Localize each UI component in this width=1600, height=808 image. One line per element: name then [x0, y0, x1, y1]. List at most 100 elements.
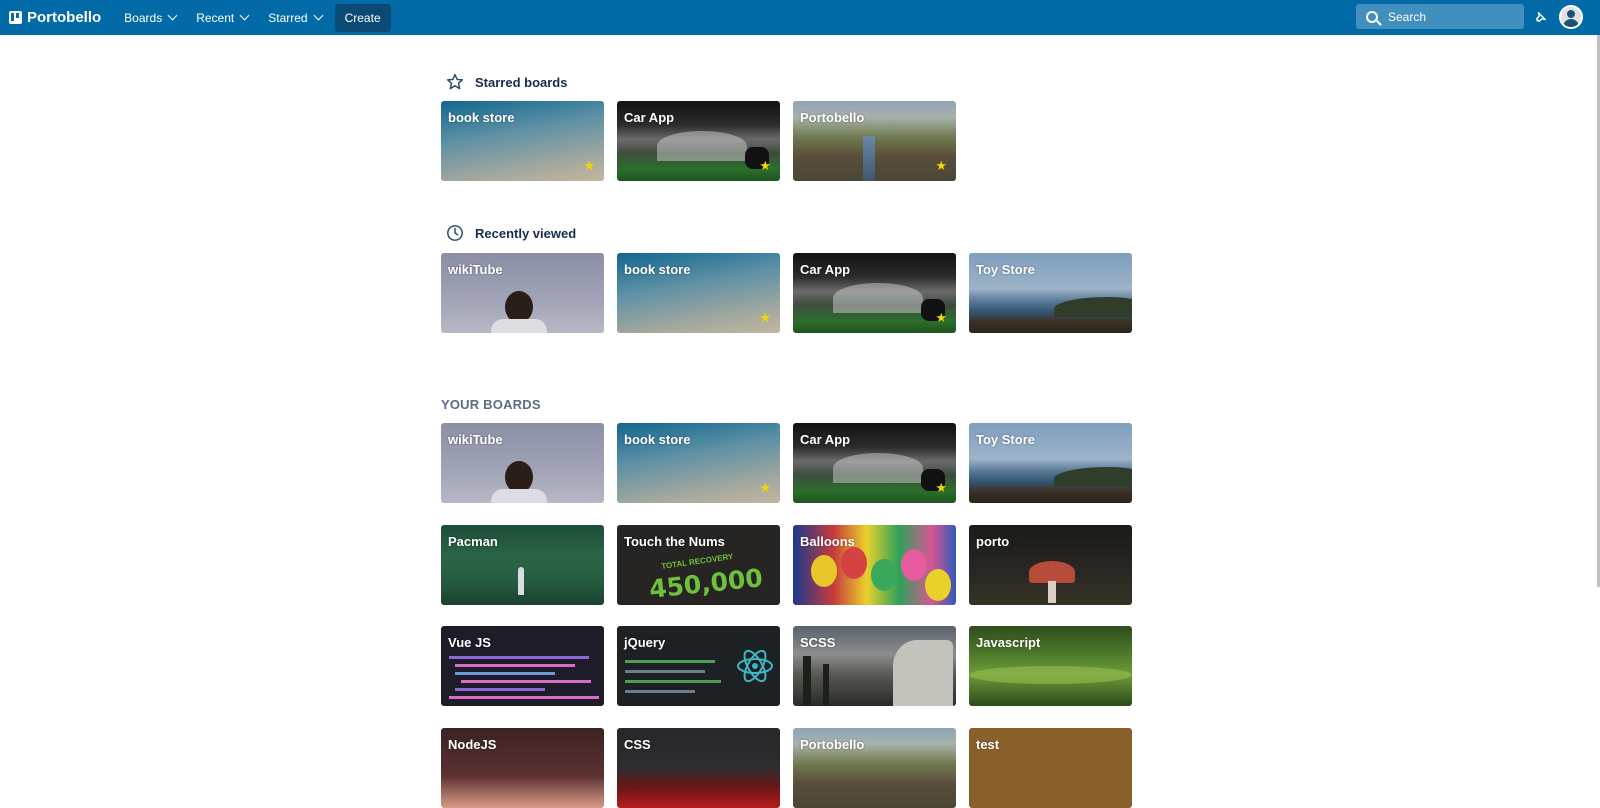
sprinkler-spray-decoration: [833, 453, 923, 483]
starred-star-icon[interactable]: ★: [935, 311, 947, 324]
board-tile-touch-the-nums[interactable]: TOTAL RECOVERY 450,000 Touch the Nums: [617, 525, 780, 605]
code-line-decoration: [455, 688, 545, 691]
starred-star-icon[interactable]: ★: [759, 481, 771, 494]
board-name: wikiTube: [448, 262, 503, 277]
sprinkler-spray-decoration: [833, 283, 923, 313]
person-shirt-decoration: [491, 489, 547, 503]
starred-star-icon[interactable]: ★: [759, 311, 771, 324]
board-tile-vue-js[interactable]: Vue JS: [441, 626, 604, 706]
tree-decoration: [803, 656, 811, 706]
board-tile-car-app[interactable]: Car App ★: [793, 253, 956, 333]
board-tile-toy-store[interactable]: Toy Store: [969, 253, 1132, 333]
code-line-decoration: [461, 680, 591, 683]
board-tile-wikitube[interactable]: wikiTube: [441, 253, 604, 333]
board-tile-pacman[interactable]: Pacman: [441, 525, 604, 605]
nav-starred-dropdown[interactable]: Starred: [258, 4, 331, 32]
nav-boards-dropdown[interactable]: Boards: [114, 4, 186, 32]
mushroom-stem-decoration: [1048, 581, 1056, 603]
rocket-decoration: [518, 567, 524, 595]
board-tile-car-app[interactable]: Car App ★: [617, 101, 780, 181]
rock-cliff-decoration: [893, 640, 953, 706]
starred-star-icon[interactable]: ★: [935, 481, 947, 494]
board-tile-nodejs[interactable]: NodeJS: [441, 728, 604, 808]
board-name: Toy Store: [976, 432, 1035, 447]
nav-boards-label: Boards: [124, 10, 163, 25]
boards-logo-icon: [9, 11, 22, 24]
chevron-down-icon: [239, 10, 250, 21]
board-tile-wikitube[interactable]: wikiTube: [441, 423, 604, 503]
board-name: jQuery: [624, 635, 666, 650]
board-tile-scss[interactable]: SCSS: [793, 626, 956, 706]
top-nav-bar: Portobello Boards Recent Starred Create …: [0, 0, 1600, 35]
board-name: Balloons: [800, 534, 855, 549]
board-name: SCSS: [800, 635, 836, 650]
board-tile-javascript[interactable]: Javascript: [969, 626, 1132, 706]
board-tile-book-store[interactable]: book store ★: [441, 101, 604, 181]
board-name: Portobello: [800, 110, 865, 125]
board-name: test: [976, 737, 1000, 752]
board-tile-jquery[interactable]: jQuery: [617, 626, 780, 706]
code-line-decoration: [455, 664, 575, 667]
person-shirt-decoration: [491, 319, 547, 333]
board-tile-book-store[interactable]: book store ★: [617, 253, 780, 333]
board-name: porto: [976, 534, 1010, 549]
balloon-decoration: [841, 547, 867, 579]
board-tile-toy-store[interactable]: Toy Store: [969, 423, 1132, 503]
board-name: Touch the Nums: [624, 534, 725, 549]
board-tile-book-store[interactable]: book store ★: [617, 423, 780, 503]
starred-boards-heading: Starred boards: [446, 73, 567, 91]
create-button[interactable]: Create: [334, 3, 391, 32]
board-tile-test[interactable]: test: [969, 728, 1132, 808]
search-icon: [1366, 10, 1378, 23]
code-line-decoration: [625, 680, 721, 683]
code-line-decoration: [625, 660, 715, 663]
board-name: NodeJS: [448, 737, 497, 752]
starred-star-icon[interactable]: ★: [759, 159, 771, 172]
board-name: Javascript: [976, 635, 1041, 650]
balloon-decoration: [871, 559, 897, 591]
avatar-head: [1567, 10, 1575, 18]
board-name: Car App: [800, 432, 851, 447]
board-name: Car App: [800, 262, 851, 277]
user-avatar[interactable]: [1559, 5, 1583, 29]
headland-decoration: [1054, 467, 1132, 487]
board-tile-portobello[interactable]: Portobello ★: [793, 101, 956, 181]
hill-decoration: [969, 666, 1132, 684]
board-name: Vue JS: [448, 635, 491, 650]
tree-decoration: [823, 664, 829, 706]
brand-name: Portobello: [27, 9, 102, 26]
code-line-decoration: [449, 656, 589, 659]
canyon-river-decoration: [863, 136, 875, 181]
starred-star-icon[interactable]: ★: [583, 159, 595, 172]
code-line-decoration: [449, 696, 599, 699]
board-name: book store: [624, 262, 691, 277]
starred-boards-title: Starred boards: [475, 74, 568, 90]
notification-bell-icon[interactable]: [1534, 10, 1548, 24]
board-tile-porto[interactable]: porto: [969, 525, 1132, 605]
board-tile-css[interactable]: CSS: [617, 728, 780, 808]
react-atom-icon: [737, 649, 773, 683]
board-name: Car App: [624, 110, 675, 125]
star-outline-icon: [446, 73, 464, 90]
board-name: book store: [448, 110, 515, 125]
balloon-decoration: [925, 569, 951, 601]
code-line-decoration: [625, 690, 695, 693]
search-input[interactable]: Search: [1356, 4, 1524, 29]
board-name: book store: [624, 432, 691, 447]
nav-recent-dropdown[interactable]: Recent: [186, 4, 258, 32]
brand-logo[interactable]: Portobello: [9, 0, 101, 35]
sprinkler-spray-decoration: [657, 131, 747, 161]
board-tile-portobello[interactable]: Portobello: [793, 728, 956, 808]
board-tile-car-app[interactable]: Car App ★: [793, 423, 956, 503]
nav-starred-label: Starred: [268, 10, 308, 25]
main-nav: Boards Recent Starred Create: [114, 3, 391, 32]
board-tile-balloons[interactable]: Balloons: [793, 525, 956, 605]
clock-icon: [447, 225, 463, 241]
starred-star-icon[interactable]: ★: [935, 159, 947, 172]
avatar-body: [1563, 19, 1579, 27]
board-name: wikiTube: [448, 432, 503, 447]
nav-recent-label: Recent: [196, 10, 235, 25]
code-line-decoration: [625, 670, 705, 673]
recently-viewed-heading: Recently viewed: [446, 224, 576, 242]
chevron-down-icon: [167, 10, 178, 21]
